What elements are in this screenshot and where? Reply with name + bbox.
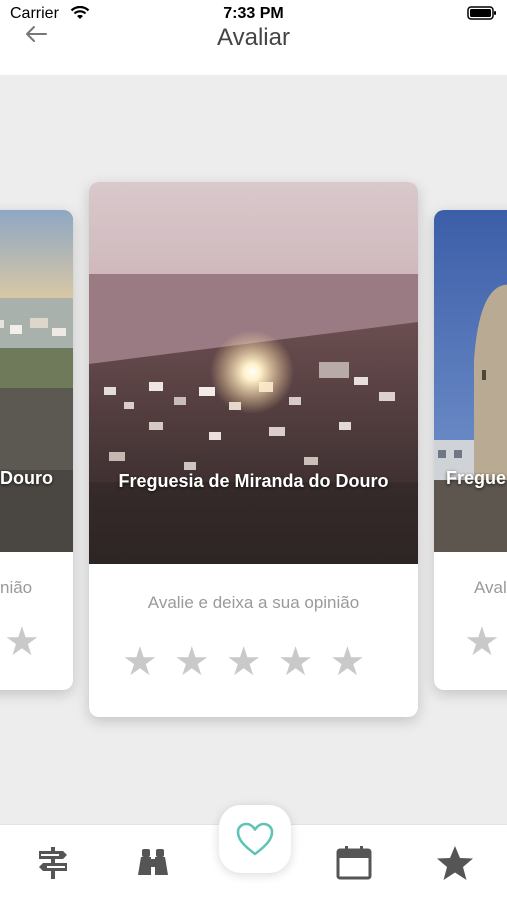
binoculars-icon[interactable] [133,843,173,883]
place-card-subtitle: nião [0,578,33,597]
star-icon[interactable]: ★ [4,622,40,662]
signpost-icon[interactable] [33,843,73,883]
star-icon-2[interactable]: ★ [174,642,210,682]
top-bar: Carrier 7:33 PM Avaliar [0,0,507,75]
heart-icon [235,821,275,862]
page-title: Avaliar [217,24,290,51]
place-card-subtitle: Avalie e deixa a sua opinião [147,593,360,612]
star-icon-1[interactable]: ★ [122,642,158,682]
place-photo [89,182,418,564]
favorites-button[interactable] [219,805,291,873]
star-icon-3[interactable]: ★ [226,642,262,682]
star-icon-4[interactable]: ★ [278,642,314,682]
star-icon[interactable]: ★ [464,622,500,662]
star-icon-5[interactable]: ★ [329,642,365,682]
place-card-subtitle: Aval [474,578,507,597]
rating-stars: ★ ★ ★ ★ ★ [122,642,365,682]
place-card-previous[interactable]: Douro nião ★ [0,210,73,690]
place-photo [434,210,507,552]
status-time: 7:33 PM [223,5,284,22]
rating-stars: ★ [4,622,40,662]
place-card-title: Freguesia de Miranda do Douro [118,471,389,491]
battery-icon [467,6,497,25]
rating-stars: ★ [464,622,500,662]
place-card-title: Fregue [446,468,507,488]
calendar-icon[interactable] [334,843,374,883]
place-photo [0,210,73,552]
place-card-current[interactable]: Freguesia de Miranda do Douro Avalie e d… [89,182,418,717]
place-card-title: Douro [0,468,53,488]
place-card-next[interactable]: Fregue Aval ★ [434,210,507,690]
star-icon[interactable] [435,843,475,883]
